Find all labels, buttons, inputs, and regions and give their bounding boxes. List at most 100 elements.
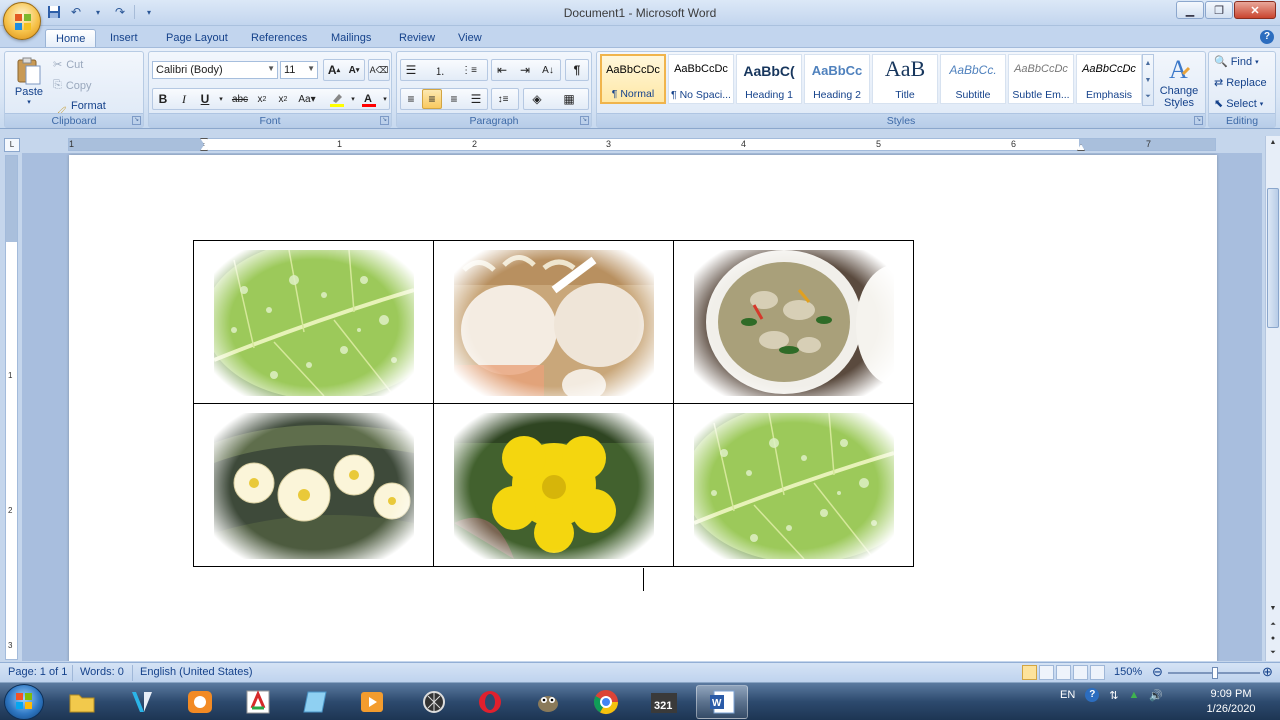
line-spacing-icon[interactable]: ↕≡ [493, 89, 513, 109]
styles-launcher-icon[interactable]: ↘ [1194, 116, 1203, 125]
clipboard-launcher-icon[interactable]: ↘ [132, 116, 141, 125]
close-button[interactable]: ✕ [1234, 1, 1276, 19]
pilcrow-icon[interactable]: ¶ [567, 60, 587, 80]
chevron-down-icon[interactable]: ▼ [1143, 72, 1153, 89]
select-browse-object-icon[interactable]: ● [1266, 632, 1280, 646]
strikethrough-icon[interactable]: abc [230, 89, 250, 109]
scrollbar-thumb[interactable] [1267, 188, 1279, 328]
zoom-in-icon[interactable]: ⊕ [1262, 664, 1273, 680]
tab-insert[interactable]: Insert [100, 29, 148, 49]
minimize-button[interactable]: ▁ [1176, 1, 1204, 19]
vertical-ruler[interactable]: 1 1 2 3 [5, 155, 18, 660]
font-color-dropdown-icon[interactable]: ▾ [375, 89, 395, 109]
horizontal-ruler[interactable]: 1 1 2 3 4 5 6 7 [68, 138, 1216, 151]
tab-view[interactable]: View [448, 29, 492, 49]
document-page[interactable] [69, 155, 1217, 661]
help-icon[interactable]: ? [1260, 30, 1274, 44]
previous-page-icon[interactable]: ⏶ [1266, 618, 1280, 632]
taskbar-opera[interactable] [464, 685, 516, 719]
align-center-icon[interactable]: ≡ [422, 89, 442, 109]
taskbar-pdf-reader[interactable] [232, 685, 284, 719]
shading-icon[interactable]: ◈ [527, 89, 547, 109]
print-layout-icon[interactable] [1022, 665, 1037, 680]
table-cell[interactable] [433, 240, 674, 404]
style-title[interactable]: AaB Title [872, 54, 938, 104]
style-subtle-emphasis[interactable]: AaBbCcDc Subtle Em... [1008, 54, 1074, 104]
maximize-button[interactable]: ❐ [1205, 1, 1233, 19]
paste-button[interactable]: Paste ▾ [9, 54, 49, 106]
cut-button[interactable]: ✂ Cut [53, 58, 83, 72]
style-subtitle[interactable]: AaBbCc. Subtitle [940, 54, 1006, 104]
full-screen-reading-icon[interactable] [1039, 665, 1054, 680]
change-styles-button[interactable]: A Change Styles [1156, 54, 1202, 109]
leaf-with-raindrops-image[interactable] [214, 250, 414, 396]
zoom-level[interactable]: 150% [1114, 666, 1142, 678]
sort-icon[interactable]: A↓ [538, 60, 558, 80]
table-cell[interactable] [433, 403, 674, 567]
subscript-icon[interactable]: x2 [252, 89, 272, 109]
input-language[interactable]: EN [1060, 689, 1075, 701]
styles-gallery-scroll[interactable]: ▲ ▼ ⏷ [1142, 54, 1154, 106]
taskbar-video-editor[interactable] [116, 685, 168, 719]
taskbar-explorer[interactable] [56, 685, 108, 719]
taskbar-video-converter[interactable]: 321 [638, 685, 690, 719]
tab-home[interactable]: Home [45, 29, 97, 49]
volume-icon[interactable]: 🔊 [1149, 689, 1163, 702]
borders-icon[interactable]: ▦ [559, 89, 579, 109]
align-right-icon[interactable]: ≡ [444, 89, 464, 109]
change-case-icon[interactable]: Aa▾ [297, 89, 317, 109]
zoom-slider-thumb[interactable] [1212, 667, 1218, 679]
scroll-down-icon[interactable]: ▼ [1266, 602, 1280, 616]
style-heading-2[interactable]: AaBbCc Heading 2 [804, 54, 870, 104]
steamed-buns-image[interactable] [454, 250, 654, 396]
justify-icon[interactable]: ☰ [466, 89, 486, 109]
style-normal[interactable]: AaBbCcDc ¶ Normal [600, 54, 666, 104]
bullets-icon[interactable]: ☰ [401, 60, 421, 80]
numbering-icon[interactable]: ⒈ [430, 60, 450, 80]
grow-font-icon[interactable]: A ▴ [324, 60, 344, 80]
clock[interactable]: 9:09 PM 1/26/2020 [1196, 687, 1266, 717]
more-styles-icon[interactable]: ⏷ [1143, 89, 1153, 105]
decrease-indent-icon[interactable]: ⇤ [492, 60, 512, 80]
yellow-flower-image[interactable] [454, 413, 654, 559]
tab-page-layout[interactable]: Page Layout [156, 29, 238, 49]
table-cell[interactable] [193, 403, 434, 567]
underline-dropdown-icon[interactable]: ▾ [211, 89, 231, 109]
help-tray-icon[interactable]: ? [1085, 688, 1100, 702]
show-hidden-icons-icon[interactable]: ⇅ [1109, 689, 1118, 702]
table-cell[interactable] [673, 403, 914, 567]
chevron-up-icon[interactable]: ▲ [1143, 55, 1153, 72]
table-cell[interactable] [673, 240, 914, 404]
style-no-spacing[interactable]: AaBbCcDc ¶ No Spaci... [668, 54, 734, 104]
taskbar-gimp[interactable] [522, 685, 574, 719]
taskbar-aperture[interactable] [408, 685, 460, 719]
copy-button[interactable]: ⎘ Copy [53, 79, 92, 92]
web-layout-icon[interactable] [1056, 665, 1071, 680]
outline-icon[interactable] [1073, 665, 1088, 680]
draft-icon[interactable] [1090, 665, 1105, 680]
language-indicator[interactable]: English (United States) [140, 666, 253, 678]
office-button[interactable] [3, 2, 41, 40]
network-icon[interactable]: ▲ [1129, 689, 1140, 701]
start-button[interactable] [4, 684, 44, 720]
find-button[interactable]: 🔍 Find ▾ [1214, 55, 1259, 69]
scroll-up-icon[interactable]: ▲ [1266, 136, 1280, 150]
tab-mailings[interactable]: Mailings [321, 29, 381, 49]
multilevel-list-icon[interactable]: ⋮≡ [459, 60, 479, 80]
curry-bowl-image[interactable] [694, 250, 894, 396]
align-left-icon[interactable]: ≡ [401, 89, 421, 109]
vertical-scrollbar[interactable]: ▲ ▼ ⏶ ● ⏷ [1265, 136, 1280, 661]
leaf-with-raindrops-image[interactable] [694, 413, 894, 559]
superscript-icon[interactable]: x2 [273, 89, 293, 109]
paragraph-launcher-icon[interactable]: ↘ [580, 116, 589, 125]
taskbar-word[interactable]: W [696, 685, 748, 719]
style-emphasis[interactable]: AaBbCcDc Emphasis [1076, 54, 1142, 104]
replace-button[interactable]: ⇄ Replace [1214, 76, 1267, 90]
italic-icon[interactable]: I [174, 89, 194, 109]
font-size-combo[interactable]: 11 ▼ [280, 61, 318, 79]
zoom-out-icon[interactable]: ⊖ [1152, 664, 1163, 680]
tab-review[interactable]: Review [389, 29, 445, 49]
font-name-combo[interactable]: Calibri (Body) ▼ [152, 61, 278, 79]
word-count[interactable]: Words: 0 [80, 666, 124, 678]
taskbar-browser[interactable] [174, 685, 226, 719]
